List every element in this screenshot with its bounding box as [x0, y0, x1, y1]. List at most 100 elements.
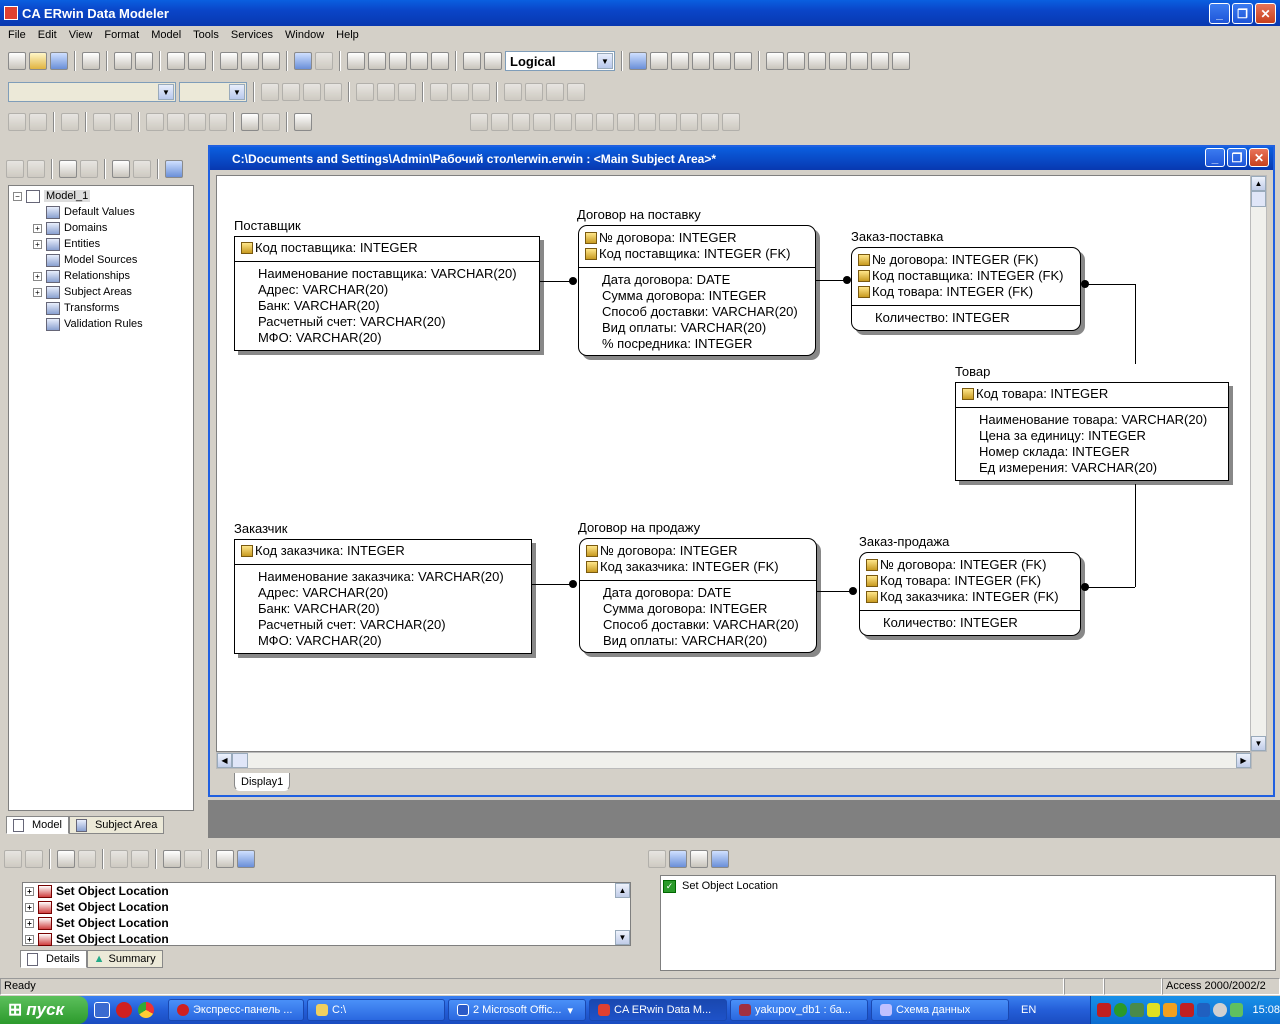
line-tool-icon[interactable]	[829, 52, 847, 70]
ellipse-tool-icon[interactable]	[808, 52, 826, 70]
underline-icon[interactable]	[303, 83, 321, 101]
rolldown-icon[interactable]	[533, 113, 551, 131]
explorer-find-icon[interactable]	[112, 160, 130, 178]
normalize-icon[interactable]	[638, 113, 656, 131]
space-down-icon[interactable]	[525, 83, 543, 101]
entity-sale-contract[interactable]: № договора: INTEGER Код заказчика: INTEG…	[579, 538, 817, 653]
explorer-replace-icon[interactable]	[133, 160, 151, 178]
scroll-down-icon[interactable]: ▼	[615, 930, 630, 945]
attribute[interactable]: Сумма договора: INTEGER	[602, 288, 766, 304]
entity-supplier[interactable]: Код поставщика: INTEGER Наименование пос…	[234, 236, 540, 351]
menu-edit[interactable]: Edit	[32, 29, 63, 41]
attribute[interactable]: Адрес: VARCHAR(20)	[258, 282, 388, 298]
transform-history-icon[interactable]	[262, 113, 280, 131]
menu-format[interactable]: Format	[98, 29, 145, 41]
log-filter-icon[interactable]	[110, 850, 128, 868]
entity-customer[interactable]: Код заказчика: INTEGER Наименование зака…	[234, 539, 532, 654]
same-height-icon[interactable]	[567, 83, 585, 101]
log-redo-icon[interactable]	[184, 850, 202, 868]
language-indicator[interactable]: EN	[1021, 1004, 1036, 1016]
relationship-product-sale-order-vertical[interactable]	[1135, 484, 1136, 587]
checkmark-icon[interactable]: ✓	[663, 879, 676, 893]
pk-attribute[interactable]: Код товара: INTEGER	[962, 386, 1108, 402]
pk-attribute[interactable]: № договора: INTEGER	[586, 543, 738, 559]
pk-attribute[interactable]: № договора: INTEGER (FK)	[866, 557, 1046, 573]
show-desktop-icon[interactable]	[94, 1002, 110, 1018]
tab-subject-area[interactable]: Subject Area	[68, 816, 165, 834]
mart-open-icon[interactable]	[8, 113, 26, 131]
subtype-icon[interactable]	[491, 113, 509, 131]
log-rollback-icon[interactable]	[163, 850, 181, 868]
entity-supply-order[interactable]: № договора: INTEGER (FK) Код поставщика:…	[851, 247, 1081, 331]
menu-help[interactable]: Help	[330, 29, 365, 41]
taskbar-button-erwin[interactable]: CA ERwin Data M...	[589, 999, 727, 1021]
properties-icon[interactable]	[59, 160, 77, 178]
log-tag-icon[interactable]	[237, 850, 255, 868]
scroll-down-icon[interactable]: ▼	[1251, 736, 1266, 751]
undo-icon[interactable]	[294, 52, 312, 70]
attribute[interactable]: Способ доставки: VARCHAR(20)	[602, 304, 798, 320]
taskbar-button-opera[interactable]: Экспресс-панель ...	[168, 999, 304, 1021]
scroll-right-icon[interactable]: ▶	[1236, 753, 1251, 768]
expand-icon[interactable]: +	[33, 271, 42, 281]
chrome-icon[interactable]	[138, 1002, 154, 1018]
horizontal-partition-icon[interactable]	[554, 113, 572, 131]
tree-root-model[interactable]: − Model_1	[13, 188, 91, 204]
entity-supply-contract[interactable]: № договора: INTEGER Код поставщика: INTE…	[578, 225, 816, 356]
forward-icon[interactable]	[27, 160, 45, 178]
lang-en-icon[interactable]	[1180, 1003, 1194, 1017]
attribute[interactable]: МФО: VARCHAR(20)	[258, 633, 382, 649]
pk-attribute[interactable]: Код заказчика: INTEGER (FK)	[586, 559, 779, 575]
many-to-many-relationship-icon[interactable]	[713, 52, 731, 70]
align-top-icon[interactable]	[430, 83, 448, 101]
attribute-map-icon[interactable]	[659, 113, 677, 131]
attribute[interactable]: Количество: INTEGER	[883, 615, 1018, 631]
mart-version-icon[interactable]	[114, 113, 132, 131]
clock[interactable]: 15:08	[1252, 1004, 1280, 1016]
menu-tools[interactable]: Tools	[187, 29, 225, 41]
opera-icon[interactable]	[116, 1002, 132, 1018]
chevron-down-icon[interactable]: ▼	[597, 53, 613, 69]
menu-file[interactable]: File	[2, 29, 32, 41]
collapse-icon[interactable]: −	[13, 191, 22, 201]
replace-icon[interactable]	[135, 52, 153, 70]
find-icon[interactable]	[114, 52, 132, 70]
reverse-engineer-icon[interactable]	[188, 52, 206, 70]
expand-icon[interactable]: +	[33, 223, 42, 233]
mart-catalog-icon[interactable]	[188, 113, 206, 131]
rollup-icon[interactable]	[512, 113, 530, 131]
bluetooth-icon[interactable]	[1213, 1003, 1227, 1017]
cut-icon[interactable]	[220, 52, 238, 70]
scroll-up-icon[interactable]: ▲	[1251, 176, 1266, 191]
transform-icon[interactable]	[241, 113, 259, 131]
panel-close-icon[interactable]	[4, 850, 22, 868]
layout-icon[interactable]	[463, 52, 481, 70]
tree-item-entities[interactable]: + Entities	[33, 236, 100, 252]
pk-attribute[interactable]: Код поставщика: INTEGER (FK)	[585, 246, 790, 262]
paste-icon[interactable]	[262, 52, 280, 70]
tab-model[interactable]: Model	[6, 816, 69, 834]
space-across-icon[interactable]	[504, 83, 522, 101]
tree-item-transforms[interactable]: Transforms	[33, 300, 119, 316]
menu-window[interactable]: Window	[279, 29, 330, 41]
non-identifying-relationship-icon[interactable]	[734, 52, 752, 70]
vertical-partition-icon[interactable]	[575, 113, 593, 131]
taskbar-button-access-db[interactable]: yakupov_db1 : ба...	[730, 999, 868, 1021]
expand-icon[interactable]: +	[25, 934, 34, 944]
save-icon[interactable]	[50, 52, 68, 70]
menu-view[interactable]: View	[63, 29, 99, 41]
font-select[interactable]: ▼	[8, 82, 176, 102]
attribute[interactable]: Дата договора: DATE	[603, 585, 731, 601]
delete-icon[interactable]	[80, 160, 98, 178]
pk-attribute[interactable]: Код заказчика: INTEGER (FK)	[866, 589, 1059, 605]
refresh-icon[interactable]	[167, 113, 185, 131]
tab-display1[interactable]: Display1	[234, 773, 291, 791]
tag-icon[interactable]	[722, 113, 740, 131]
expand-icon[interactable]: +	[33, 287, 42, 297]
attribute[interactable]: Адрес: VARCHAR(20)	[258, 585, 388, 601]
log-undo-icon[interactable]	[25, 850, 43, 868]
pk-attribute[interactable]: Код поставщика: INTEGER (FK)	[858, 268, 1063, 284]
volume-icon[interactable]	[1196, 1003, 1211, 1017]
copy-icon[interactable]	[241, 52, 259, 70]
diagram-horizontal-scrollbar[interactable]: ◀ ▶	[216, 752, 1252, 769]
